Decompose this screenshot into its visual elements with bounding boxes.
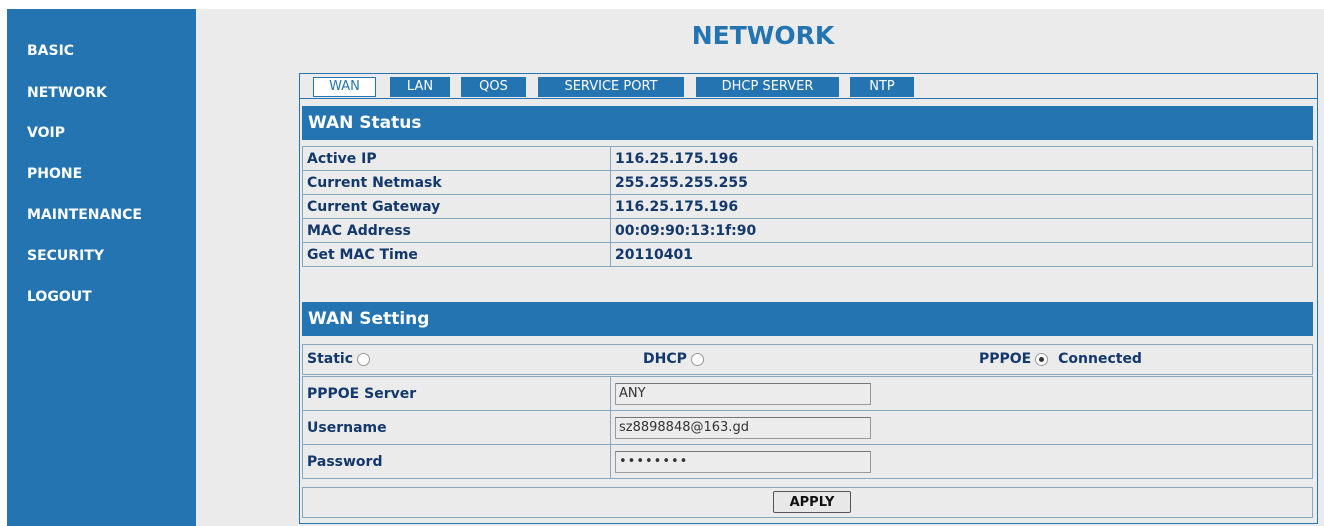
- pppoe-server-row: PPPOE Server ANY: [302, 376, 1313, 411]
- status-row-mac-address: MAC Address 00:09:90:13:1f:90: [302, 218, 1313, 243]
- tab-qos[interactable]: QOS: [461, 77, 526, 97]
- password-input[interactable]: ••••••••: [615, 451, 871, 473]
- sidebar-item-basic[interactable]: BASIC: [27, 43, 74, 59]
- pppoe-label: PPPOE: [979, 351, 1032, 367]
- tab-ntp[interactable]: NTP: [850, 77, 914, 97]
- wan-status-header: WAN Status: [302, 106, 1313, 140]
- sidebar-item-logout[interactable]: LOGOUT: [27, 289, 92, 305]
- dhcp-radio[interactable]: [690, 352, 704, 366]
- status-value: 255.255.255.255: [615, 175, 748, 191]
- dhcp-label: DHCP: [643, 351, 687, 367]
- password-label: Password: [307, 454, 383, 470]
- status-value: 116.25.175.196: [615, 151, 739, 167]
- password-row: Password ••••••••: [302, 444, 1313, 479]
- main-content: NETWORK WAN LAN QOS SERVICE PORT DHCP SE…: [196, 9, 1324, 526]
- static-option[interactable]: Static: [307, 351, 371, 367]
- tab-service-port[interactable]: SERVICE PORT: [538, 77, 684, 97]
- status-row-active-ip: Active IP 116.25.175.196: [302, 146, 1313, 171]
- sidebar-item-security[interactable]: SECURITY: [27, 248, 104, 264]
- status-row-mac-time: Get MAC Time 20110401: [302, 242, 1313, 267]
- sidebar-item-maintenance[interactable]: MAINTENANCE: [27, 207, 142, 223]
- pppoe-status: Connected: [1058, 351, 1142, 367]
- apply-row: APPLY: [302, 487, 1313, 518]
- static-label: Static: [307, 351, 354, 367]
- wan-setting-header: WAN Setting: [302, 302, 1313, 336]
- status-label: Get MAC Time: [307, 247, 418, 263]
- pppoe-option[interactable]: PPPOE Connected: [979, 351, 1142, 367]
- status-label: Current Netmask: [307, 175, 442, 191]
- static-radio[interactable]: [357, 352, 371, 366]
- status-label: MAC Address: [307, 223, 411, 239]
- username-row: Username sz8898848@163.gd: [302, 410, 1313, 445]
- tab-dhcp-server[interactable]: DHCP SERVER: [696, 77, 839, 97]
- dhcp-option[interactable]: DHCP: [643, 351, 704, 367]
- sidebar-item-voip[interactable]: VOIP: [27, 125, 65, 141]
- pppoe-radio[interactable]: [1035, 352, 1049, 366]
- status-value: 20110401: [615, 247, 693, 263]
- tab-wan[interactable]: WAN: [313, 77, 376, 97]
- status-value: 116.25.175.196: [615, 199, 739, 215]
- network-panel: WAN LAN QOS SERVICE PORT DHCP SERVER NTP…: [299, 73, 1318, 524]
- tab-lan[interactable]: LAN: [390, 77, 450, 97]
- username-input[interactable]: sz8898848@163.gd: [615, 417, 871, 439]
- pppoe-server-input[interactable]: ANY: [615, 383, 871, 405]
- username-label: Username: [307, 420, 387, 436]
- connection-mode-row: Static DHCP PPPOE Connected: [302, 344, 1313, 375]
- apply-button[interactable]: APPLY: [773, 491, 851, 513]
- sidebar-item-network[interactable]: NETWORK: [27, 85, 107, 101]
- status-label: Active IP: [307, 151, 377, 167]
- status-value: 00:09:90:13:1f:90: [615, 223, 757, 239]
- sidebar: BASIC NETWORK VOIP PHONE MAINTENANCE SEC…: [7, 9, 196, 526]
- pppoe-server-label: PPPOE Server: [307, 386, 417, 402]
- status-label: Current Gateway: [307, 199, 441, 215]
- sidebar-item-phone[interactable]: PHONE: [27, 166, 82, 182]
- status-row-gateway: Current Gateway 116.25.175.196: [302, 194, 1313, 219]
- page-title: NETWORK: [691, 21, 835, 50]
- status-row-netmask: Current Netmask 255.255.255.255: [302, 170, 1313, 195]
